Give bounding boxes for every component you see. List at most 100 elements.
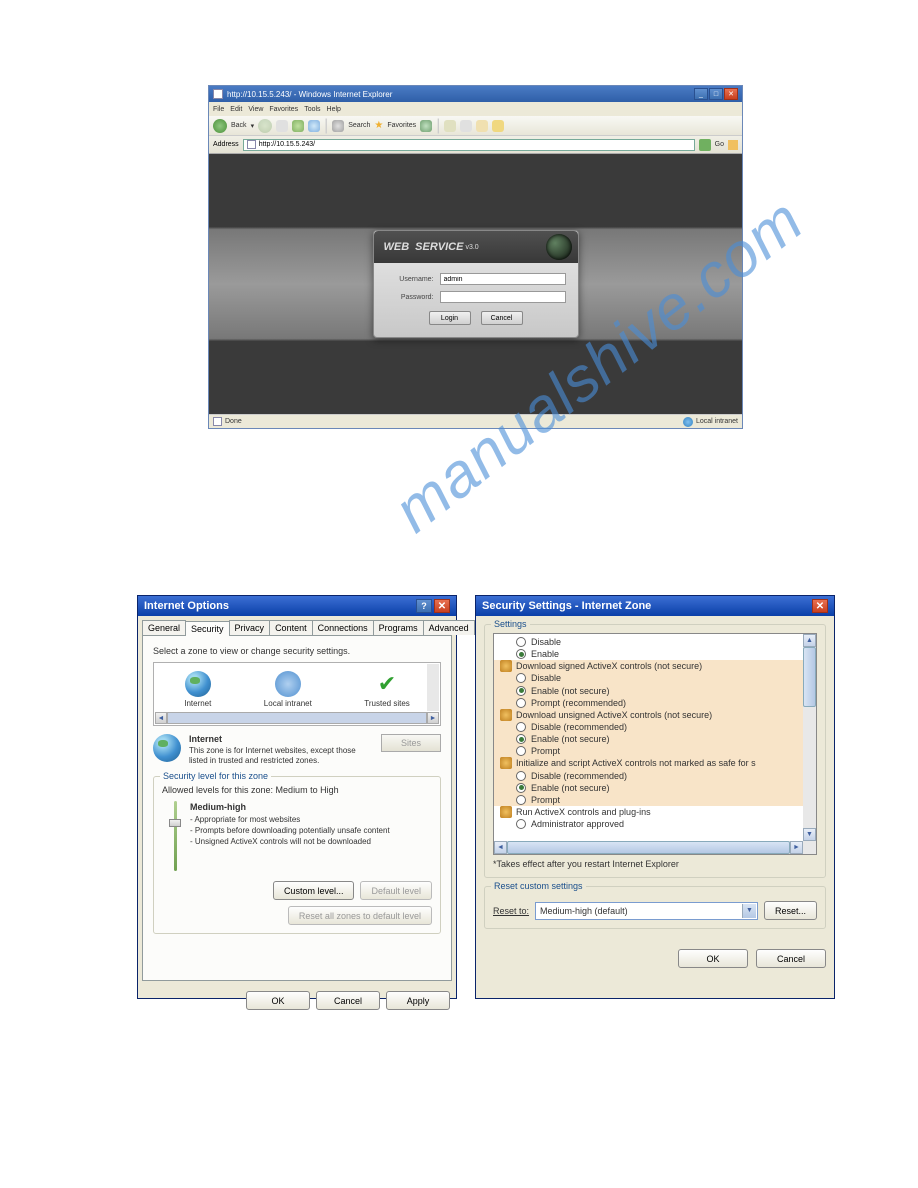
ok-button[interactable]: OK: [246, 991, 310, 1010]
cancel-button[interactable]: Cancel: [481, 311, 523, 325]
scroll-left-icon[interactable]: ◄: [494, 841, 507, 854]
zone-text: Local intranet: [696, 418, 738, 425]
home-icon[interactable]: [308, 120, 320, 132]
ok-button[interactable]: OK: [678, 949, 748, 968]
settings-tree[interactable]: Disable Enable Download signed ActiveX c…: [493, 633, 817, 855]
cancel-button[interactable]: Cancel: [756, 949, 826, 968]
close-button[interactable]: ✕: [434, 599, 450, 613]
close-button[interactable]: ✕: [724, 88, 738, 100]
scroll-right-icon[interactable]: ►: [427, 712, 439, 724]
address-value: http://10.15.5.243/: [259, 141, 315, 148]
go-button[interactable]: [699, 139, 711, 151]
menu-view[interactable]: View: [248, 106, 263, 113]
default-level-button[interactable]: Default level: [360, 881, 432, 900]
seclevel-bullet2: - Prompts before downloading potentially…: [190, 826, 390, 835]
history-icon[interactable]: [420, 120, 432, 132]
stop-icon[interactable]: [276, 120, 288, 132]
search-icon[interactable]: [332, 120, 344, 132]
radio-icon: [516, 746, 526, 756]
back-button-icon[interactable]: [213, 119, 227, 133]
radio-option[interactable]: Enable (not secure): [494, 782, 816, 794]
tab-security[interactable]: Security: [185, 621, 230, 636]
scroll-right-icon[interactable]: ►: [790, 841, 803, 854]
go-label[interactable]: Go: [715, 141, 724, 148]
zone-hscrollbar[interactable]: ◄ ►: [155, 712, 439, 724]
camera-lens-icon: [546, 234, 572, 260]
tab-content[interactable]: Content: [269, 620, 313, 635]
zone-intranet[interactable]: Local intranet: [264, 671, 312, 708]
radio-option[interactable]: Disable (recommended): [494, 721, 816, 733]
tree-category: Download signed ActiveX controls (not se…: [494, 660, 816, 672]
tab-advanced[interactable]: Advanced: [423, 620, 475, 635]
radio-option[interactable]: Prompt: [494, 745, 816, 757]
apply-button[interactable]: Apply: [386, 991, 450, 1010]
scroll-up-icon[interactable]: ▲: [803, 634, 816, 647]
radio-icon: [516, 698, 526, 708]
seclevel-bullet3: - Unsigned ActiveX controls will not be …: [190, 837, 371, 846]
globe-icon: [185, 671, 211, 697]
print-icon[interactable]: [460, 120, 472, 132]
radio-icon: [516, 771, 526, 781]
reset-to-select[interactable]: Medium-high (default) ▼: [535, 902, 758, 920]
zone-trusted[interactable]: ✔ Trusted sites: [364, 671, 410, 708]
address-input[interactable]: http://10.15.5.243/: [243, 139, 695, 151]
page-status-icon: [213, 417, 222, 426]
security-slider[interactable]: [168, 801, 182, 871]
radio-option[interactable]: Disable (recommended): [494, 770, 816, 782]
radio-option[interactable]: Enable (not secure): [494, 733, 816, 745]
tab-connections[interactable]: Connections: [312, 620, 374, 635]
login-button[interactable]: Login: [429, 311, 471, 325]
mail-icon[interactable]: [444, 120, 456, 132]
radio-option[interactable]: Enable: [494, 648, 816, 660]
favorites-icon[interactable]: ★: [374, 120, 383, 131]
search-label[interactable]: Search: [348, 122, 370, 129]
tree-vscrollbar[interactable]: ▲ ▼: [803, 634, 816, 841]
tab-privacy[interactable]: Privacy: [229, 620, 271, 635]
radio-icon: [516, 686, 526, 696]
refresh-icon[interactable]: [292, 120, 304, 132]
slider-thumb[interactable]: [169, 819, 181, 827]
radio-option[interactable]: Administrator approved: [494, 818, 816, 830]
folder-icon[interactable]: [492, 120, 504, 132]
menu-favorites[interactable]: Favorites: [269, 106, 298, 113]
maximize-button[interactable]: □: [709, 88, 723, 100]
minimize-button[interactable]: _: [694, 88, 708, 100]
reset-all-zones-button[interactable]: Reset all zones to default level: [288, 906, 432, 925]
edit-icon[interactable]: [476, 120, 488, 132]
tree-category: Initialize and script ActiveX controls n…: [494, 757, 816, 769]
radio-option[interactable]: Enable (not secure): [494, 685, 816, 697]
scroll-down-icon[interactable]: ▼: [803, 828, 816, 841]
zone-vscrollbar[interactable]: [427, 664, 439, 711]
radio-icon: [516, 795, 526, 805]
links-icon[interactable]: [728, 140, 738, 150]
radio-option[interactable]: Disable: [494, 672, 816, 684]
tree-hscrollbar[interactable]: ◄ ►: [494, 841, 803, 854]
zone-description-row: Internet This zone is for Internet websi…: [153, 734, 441, 766]
password-input[interactable]: [440, 291, 566, 303]
close-button[interactable]: ✕: [812, 599, 828, 613]
custom-level-button[interactable]: Custom level...: [273, 881, 355, 900]
scroll-thumb[interactable]: [803, 647, 816, 707]
radio-option[interactable]: Prompt: [494, 794, 816, 806]
radio-option[interactable]: Disable: [494, 636, 816, 648]
forward-button-icon[interactable]: [258, 119, 272, 133]
reset-button[interactable]: Reset...: [764, 901, 817, 920]
tab-general[interactable]: General: [142, 620, 186, 635]
menu-help[interactable]: Help: [327, 106, 341, 113]
scroll-thumb[interactable]: [507, 841, 790, 854]
scroll-left-icon[interactable]: ◄: [155, 712, 167, 724]
tab-programs[interactable]: Programs: [373, 620, 424, 635]
username-input[interactable]: [440, 273, 566, 285]
menu-file[interactable]: File: [213, 106, 224, 113]
scroll-thumb[interactable]: [167, 712, 427, 724]
favorites-label[interactable]: Favorites: [387, 122, 416, 129]
zone-description: Internet This zone is for Internet websi…: [189, 734, 373, 766]
radio-option[interactable]: Prompt (recommended): [494, 697, 816, 709]
zone-internet[interactable]: Internet: [184, 671, 211, 708]
menu-tools[interactable]: Tools: [304, 106, 320, 113]
sites-button[interactable]: Sites: [381, 734, 441, 752]
back-label[interactable]: Back: [231, 122, 247, 129]
menu-edit[interactable]: Edit: [230, 106, 242, 113]
cancel-button[interactable]: Cancel: [316, 991, 380, 1010]
help-button[interactable]: ?: [416, 599, 432, 613]
